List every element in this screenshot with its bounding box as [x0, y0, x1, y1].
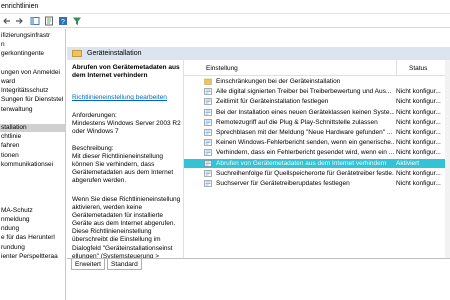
setting-status: Nicht konfigur...: [396, 149, 441, 157]
title-bar: enrichtlinien: [0, 0, 450, 14]
setting-name: Remotezugriff auf die Plug & Play-Schnit…: [216, 118, 378, 126]
table-row[interactable]: Bei der Installation eines neuen Gerätek…: [184, 108, 450, 117]
tree-item[interactable]: ward: [1, 78, 15, 86]
policy-setting-icon: [204, 118, 212, 126]
setting-name: Zeitlimit für Geräteinstallation festleg…: [216, 98, 329, 106]
tab-standard[interactable]: Standard: [107, 259, 142, 270]
setting-status: Nicht konfigur...: [396, 129, 441, 136]
setting-name: Suchreihenfolge für Quellspeicherorte fü…: [216, 169, 394, 177]
column-header: Einstellung Status: [184, 60, 450, 76]
requirements-text: Anforderungen: Mindestens Windows Server…: [72, 112, 181, 136]
column-setting[interactable]: Einstellung: [206, 65, 238, 72]
setting-status: Nicht konfigur...: [396, 180, 441, 187]
tree-item[interactable]: Sungen für Dienststel: [1, 96, 63, 104]
tree-item[interactable]: ienter Perspeltteraa: [1, 253, 58, 261]
description-text: Beschreibung: Mit dieser Richtlinieneins…: [72, 145, 174, 185]
description-pane: Abrufen von Gerätemetadaten aus dem Inte…: [67, 60, 182, 258]
tree-item[interactable]: kommunikationsei: [1, 161, 53, 169]
setting-name: Bei der Installation eines neuen Gerätek…: [216, 108, 394, 116]
section-title: Geräteinstallation: [87, 50, 142, 57]
policy-setting-icon: [204, 129, 212, 136]
setting-name: Sprechblasen mit der Meldung "Neue Hardw…: [216, 129, 393, 136]
table-row[interactable]: Einschränkungen bei der Geräteinstallati…: [184, 77, 450, 86]
tree-item[interactable]: gerkontingente: [1, 50, 44, 58]
navigation-tree[interactable]: ifizierungsinfrastr n gerkontingente ungen …: [0, 29, 66, 300]
view-tabs: Erweitert Standard: [67, 258, 450, 270]
setting-name: Keinen Windows-Fehlerbericht senden, wen…: [216, 139, 394, 147]
tree-item[interactable]: nmeldung: [1, 216, 30, 224]
vertical-scrollbar[interactable]: [445, 60, 450, 258]
tab-extended[interactable]: Erweitert: [71, 259, 106, 270]
setting-name: Abrufen von Gerätemetadaten aus dem Inte…: [216, 159, 387, 167]
policy-setting-icon: [204, 88, 212, 95]
setting-status: Nicht konfigur...: [396, 108, 441, 116]
table-row[interactable]: Suchserver für Gerätetreiberupdates fest…: [184, 179, 450, 188]
policy-setting-icon: [204, 139, 212, 146]
tree-item[interactable]: rundung: [1, 244, 25, 252]
back-arrow-icon[interactable]: [2, 16, 12, 26]
tree-item[interactable]: e für das Herunterl: [1, 234, 55, 242]
setting-name: Alle digital signierten Treiber bei Trei…: [216, 88, 392, 96]
tree-item[interactable]: chtlinie: [1, 133, 21, 141]
table-row[interactable]: Remotezugriff auf die Plug & Play-Schnit…: [184, 118, 450, 127]
setting-status: Nicht konfigur...: [396, 139, 441, 147]
setting-status: Nicht konfigur...: [396, 169, 441, 177]
setting-name: Verhindern, dass ein Fehlerbericht gesen…: [216, 149, 394, 157]
window-title: enrichtlinien: [1, 3, 39, 10]
edit-policy-link[interactable]: Richtlinieneinstellung bearbeiten: [72, 94, 167, 101]
setting-name: Einschränkungen bei der Geräteinstallati…: [216, 78, 341, 85]
show-hide-tree-icon[interactable]: [30, 16, 40, 26]
tree-item[interactable]: Integritätsschutz: [1, 87, 48, 95]
section-header: Geräteinstallation: [67, 47, 450, 60]
setting-status: Nicht konfigur...: [396, 98, 441, 106]
folder-icon: [72, 50, 82, 57]
tree-item[interactable]: ifizierungsinfrastr: [1, 32, 50, 40]
tree-item[interactable]: fahren: [1, 142, 19, 150]
description-title: Abrufen von Gerätemetadaten aus dem Inte…: [72, 64, 180, 79]
settings-list: Einstellung Status Einschränkungen bei d…: [183, 60, 450, 258]
tree-item[interactable]: ndung: [1, 225, 19, 233]
tree-item[interactable]: n: [1, 41, 5, 49]
table-row[interactable]: Alle digital signierten Treiber bei Trei…: [184, 87, 450, 96]
column-status[interactable]: Status: [409, 65, 427, 72]
filter-icon[interactable]: [72, 16, 82, 26]
policy-setting-icon: [204, 159, 212, 167]
help-icon[interactable]: ?: [58, 16, 68, 26]
setting-status: Nicht konfigur...: [396, 88, 441, 96]
table-row[interactable]: Zeitlimit für Geräteinstallation festleg…: [184, 97, 450, 106]
table-row[interactable]: Suchreihenfolge für Quellspeicherorte fü…: [184, 169, 450, 178]
tree-item[interactable]: ungen von Anmeldei: [1, 69, 60, 77]
policy-setting-icon: [204, 108, 212, 116]
svg-text:?: ?: [61, 19, 65, 26]
table-row[interactable]: Keinen Windows-Fehlerbericht senden, wen…: [184, 138, 450, 147]
properties-icon[interactable]: [44, 16, 54, 26]
policy-setting-icon: [204, 169, 212, 177]
table-row[interactable]: Verhindern, dass ein Fehlerbericht gesen…: [184, 148, 450, 157]
toolbar: ?: [0, 14, 450, 28]
policy-setting-icon: [204, 98, 212, 106]
details-text: Wenn Sie diese Richtlinieneinstellung ak…: [72, 196, 181, 258]
tree-item[interactable]: stallation: [0, 124, 65, 132]
setting-status: Aktiviert: [396, 159, 420, 167]
policy-setting-icon: [204, 149, 212, 157]
folder-icon: [204, 78, 212, 85]
tree-item[interactable]: tionen: [1, 152, 19, 160]
policy-setting-icon: [204, 180, 212, 187]
tree-item[interactable]: MA-Schutz: [1, 207, 33, 215]
table-row[interactable]: Abrufen von Gerätemetadaten aus dem Inte…: [184, 158, 450, 168]
setting-status: Nicht konfigur...: [396, 118, 441, 126]
table-row[interactable]: Sprechblasen mit der Meldung "Neue Hardw…: [184, 128, 450, 137]
setting-name: Suchserver für Gerätetreiberupdates fest…: [216, 180, 350, 187]
forward-arrow-icon[interactable]: [14, 16, 24, 26]
tree-item[interactable]: tenwaltung: [1, 106, 32, 114]
